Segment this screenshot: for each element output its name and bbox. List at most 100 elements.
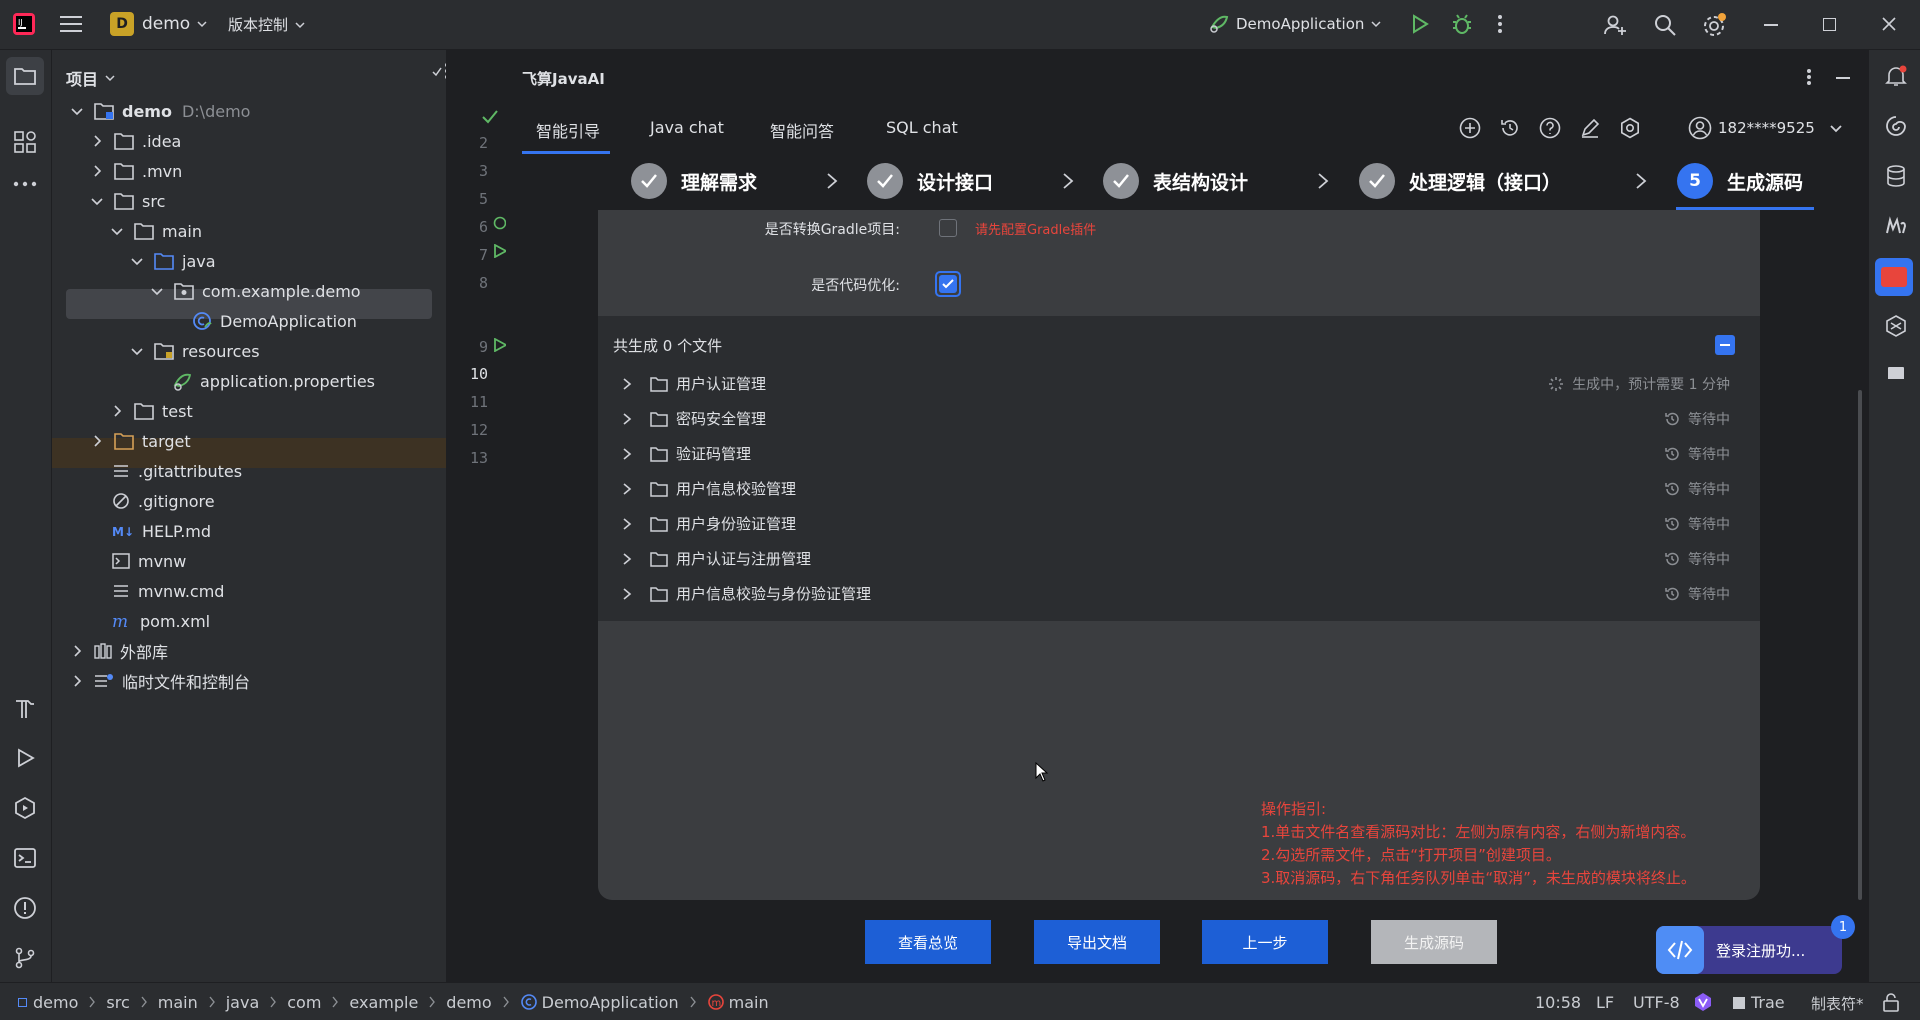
gradle-convert-checkbox[interactable] bbox=[939, 219, 957, 237]
tree-item-resources[interactable]: resources bbox=[52, 336, 446, 366]
project-tool-folder-icon[interactable] bbox=[6, 57, 44, 95]
module-row[interactable]: 密码安全管理 等待中 bbox=[610, 401, 1750, 436]
build-hammer-icon[interactable] bbox=[13, 696, 37, 720]
tab-java-chat[interactable]: Java chat bbox=[650, 118, 724, 137]
tree-item-gitignore[interactable]: .gitignore bbox=[52, 486, 446, 516]
tab-smart-qa[interactable]: 智能问答 bbox=[770, 118, 834, 142]
trae-status[interactable]: Trae bbox=[1733, 993, 1785, 1012]
chevron-right-icon[interactable] bbox=[622, 587, 632, 601]
module-name[interactable]: 用户信息校验与身份验证管理 bbox=[676, 583, 871, 604]
plugin-scrollbar[interactable] bbox=[1858, 390, 1862, 900]
previous-step-button[interactable]: 上一步 bbox=[1202, 920, 1328, 964]
module-row[interactable]: 用户认证管理 生成中，预计需要 1 分钟 bbox=[610, 366, 1750, 401]
more-tools-icon[interactable] bbox=[13, 180, 37, 188]
main-menu-icon[interactable] bbox=[60, 14, 82, 34]
search-icon[interactable] bbox=[1653, 13, 1677, 37]
run-tool-icon[interactable] bbox=[13, 746, 37, 770]
user-account-menu[interactable]: 182****9525 bbox=[1688, 116, 1843, 140]
vcs-menu[interactable]: 版本控制 bbox=[228, 14, 306, 35]
structure-icon[interactable] bbox=[13, 130, 37, 154]
tree-item-mvnw[interactable]: mvnw bbox=[52, 546, 446, 576]
services-icon[interactable] bbox=[13, 796, 37, 820]
tree-item-main[interactable]: main bbox=[52, 216, 446, 246]
chevron-down-icon[interactable] bbox=[70, 104, 84, 118]
tree-item-java[interactable]: java bbox=[52, 246, 446, 276]
export-doc-button[interactable]: 导出文档 bbox=[1034, 920, 1160, 964]
bookmark-panel-icon[interactable] bbox=[1884, 364, 1908, 388]
feisuan-plugin-icon[interactable] bbox=[1875, 258, 1913, 296]
read-only-lock-icon[interactable] bbox=[1882, 992, 1900, 1012]
code-optimize-checkbox[interactable] bbox=[935, 271, 961, 297]
module-row[interactable]: 用户信息校验与身份验证管理 等待中 bbox=[610, 576, 1750, 611]
chevron-right-icon[interactable] bbox=[622, 377, 632, 391]
database-icon[interactable] bbox=[1884, 164, 1908, 188]
problems-icon[interactable] bbox=[13, 896, 37, 920]
run-config-selector[interactable]: DemoApplication bbox=[1208, 13, 1382, 35]
breadcrumb-item[interactable]: main bbox=[729, 993, 769, 1012]
step-understand-requirements[interactable]: 理解需求 bbox=[631, 160, 757, 202]
project-panel-title[interactable]: 项目 bbox=[66, 66, 116, 90]
chevron-down-icon[interactable] bbox=[130, 344, 144, 358]
tree-item-target[interactable]: target bbox=[52, 426, 446, 456]
run-icon[interactable] bbox=[1410, 14, 1430, 34]
app-logo-icon[interactable]: IJ bbox=[12, 12, 36, 36]
tree-item-external-libs[interactable]: 外部库 bbox=[52, 636, 446, 666]
vim-plugin-icon[interactable] bbox=[1693, 992, 1713, 1012]
run-gutter-icon[interactable] bbox=[493, 244, 507, 258]
task-queue-widget[interactable]: 登录注册功... bbox=[1656, 926, 1842, 974]
add-icon[interactable] bbox=[1459, 117, 1481, 139]
maven-icon[interactable] bbox=[1884, 214, 1908, 238]
chevron-down-icon[interactable] bbox=[130, 254, 144, 268]
edit-icon[interactable] bbox=[1579, 117, 1601, 139]
add-user-icon[interactable] bbox=[1603, 13, 1627, 37]
more-vertical-icon[interactable] bbox=[1497, 14, 1503, 34]
module-name[interactable]: 密码安全管理 bbox=[676, 408, 766, 429]
tree-item-mvn[interactable]: .mvn bbox=[52, 156, 446, 186]
restore-icon[interactable] bbox=[1823, 18, 1836, 31]
cursor-position[interactable]: 10:58 bbox=[1535, 993, 1581, 1012]
line-separator[interactable]: LF bbox=[1596, 993, 1614, 1012]
trae-plugin-icon[interactable] bbox=[1884, 314, 1908, 338]
spring-bean-gutter-icon[interactable] bbox=[493, 216, 507, 230]
chevron-right-icon[interactable] bbox=[90, 164, 104, 178]
close-icon[interactable] bbox=[1881, 16, 1897, 32]
chevron-right-icon[interactable] bbox=[622, 517, 632, 531]
file-encoding[interactable]: UTF-8 bbox=[1633, 993, 1680, 1012]
step-table-design[interactable]: 表结构设计 bbox=[1103, 160, 1248, 202]
ai-assistant-icon[interactable] bbox=[1884, 114, 1908, 138]
module-name[interactable]: 验证码管理 bbox=[676, 443, 751, 464]
tree-item-package[interactable]: com.example.demo bbox=[52, 276, 446, 306]
settings-gear-icon[interactable] bbox=[1702, 12, 1728, 38]
chevron-right-icon[interactable] bbox=[622, 552, 632, 566]
chevron-right-icon[interactable] bbox=[622, 482, 632, 496]
tab-sql-chat[interactable]: SQL chat bbox=[886, 118, 958, 137]
step-design-api[interactable]: 设计接口 bbox=[867, 160, 993, 202]
chevron-down-icon[interactable] bbox=[110, 224, 124, 238]
breadcrumb-item[interactable]: example bbox=[349, 993, 418, 1012]
chevron-right-icon[interactable] bbox=[90, 134, 104, 148]
tree-item-src[interactable]: src bbox=[52, 186, 446, 216]
chevron-right-icon[interactable] bbox=[110, 404, 124, 418]
notifications-bell-icon[interactable] bbox=[1884, 64, 1908, 88]
module-name[interactable]: 用户身份验证管理 bbox=[676, 513, 796, 534]
terminal-icon[interactable] bbox=[13, 846, 37, 870]
chevron-right-icon[interactable] bbox=[70, 644, 84, 658]
project-switcher[interactable]: D demo bbox=[110, 12, 208, 36]
tree-item-mvnw-cmd[interactable]: mvnw.cmd bbox=[52, 576, 446, 606]
module-name[interactable]: 用户认证管理 bbox=[676, 373, 766, 394]
chevron-down-icon[interactable] bbox=[150, 284, 164, 298]
collapse-all-checkbox[interactable] bbox=[1715, 335, 1735, 355]
plugin-options-icon[interactable] bbox=[1806, 68, 1812, 86]
generate-source-button[interactable]: 生成源码 bbox=[1371, 920, 1497, 964]
plugin-settings-icon[interactable] bbox=[1619, 117, 1641, 139]
tree-item-demo-root[interactable]: demo D:\demo bbox=[52, 96, 446, 126]
chevron-right-icon[interactable] bbox=[90, 434, 104, 448]
tree-item-gitattributes[interactable]: .gitattributes bbox=[52, 456, 446, 486]
breadcrumb-item[interactable]: com bbox=[287, 993, 321, 1012]
history-icon[interactable] bbox=[1499, 117, 1521, 139]
tree-item-pom[interactable]: m pom.xml bbox=[52, 606, 446, 636]
help-icon[interactable] bbox=[1539, 117, 1561, 139]
breadcrumb-item[interactable]: java bbox=[226, 993, 260, 1012]
chevron-right-icon[interactable] bbox=[622, 412, 632, 426]
tree-item-scratches[interactable]: 临时文件和控制台 bbox=[52, 666, 446, 696]
